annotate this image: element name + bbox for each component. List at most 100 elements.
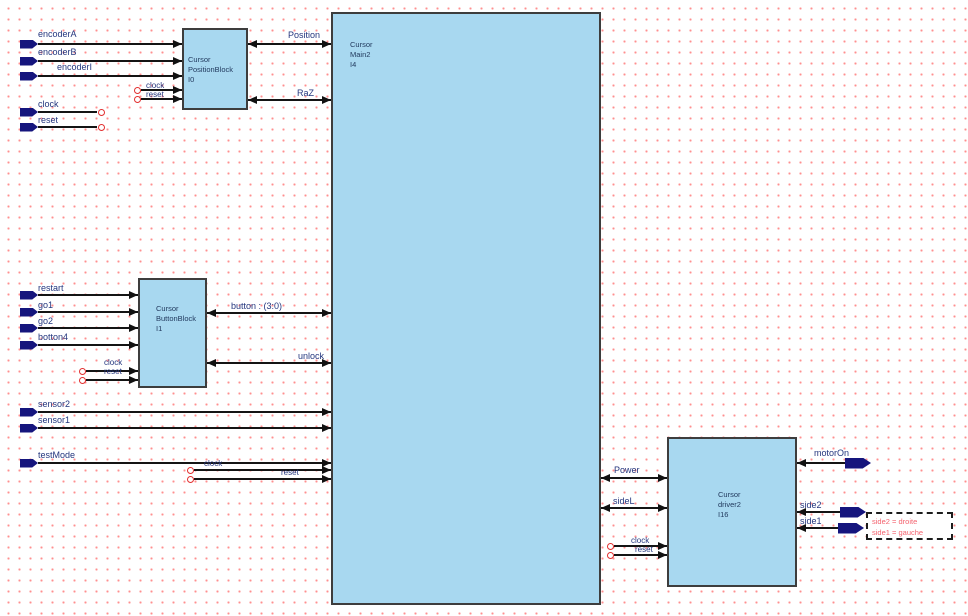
- signal-label-buttonblock-reset[interactable]: reset: [104, 367, 122, 376]
- arrowhead-positionblock-clock-right: [173, 86, 182, 94]
- wire-botton4[interactable]: [38, 344, 138, 346]
- signal-label-encoderI[interactable]: encoderI: [57, 63, 92, 72]
- arrowhead-go2-right: [129, 324, 138, 332]
- block-driver-block[interactable]: Cursordriver2I16: [667, 437, 797, 587]
- block-position-block[interactable]: CursorPositionBlockI0: [182, 28, 248, 110]
- block-title-line: Main2: [350, 50, 373, 60]
- signal-label-side2[interactable]: side2: [800, 501, 822, 510]
- block-title: CursorMain2I4: [350, 40, 373, 70]
- schematic-canvas: side2 = droite side1 = gauche CursorPosi…: [0, 0, 968, 616]
- signal-label-unlock[interactable]: unlock: [298, 352, 324, 361]
- wire-main-reset[interactable]: [194, 478, 331, 480]
- signal-label-driver-clock[interactable]: clock: [631, 536, 649, 545]
- input-port-sensor2[interactable]: [20, 408, 38, 417]
- arrowhead-raz-right: [322, 96, 331, 104]
- signal-label-raz[interactable]: RaZ: [297, 89, 314, 98]
- signal-label-motorOn[interactable]: motorOn: [814, 449, 849, 458]
- signal-label-buttonblock-clock[interactable]: clock: [104, 358, 122, 367]
- signal-label-botton4[interactable]: botton4: [38, 333, 68, 342]
- input-port-sensor1[interactable]: [20, 424, 38, 433]
- signal-label-encoderA[interactable]: encoderA: [38, 30, 77, 39]
- open-end-marker: [98, 109, 105, 116]
- wire-restart[interactable]: [38, 294, 138, 296]
- wire-position[interactable]: [248, 43, 331, 45]
- block-title-line: I16: [718, 510, 741, 520]
- arrowhead-raz-left: [248, 96, 257, 104]
- input-port-clock[interactable]: [20, 108, 38, 117]
- arrowhead-driver-clock-right: [658, 542, 667, 550]
- open-end-marker: [187, 476, 194, 483]
- open-end-marker: [187, 467, 194, 474]
- block-title-line: Cursor: [350, 40, 373, 50]
- wire-sensor1[interactable]: [38, 427, 331, 429]
- input-port-encoderI[interactable]: [20, 72, 38, 81]
- wire-unlock[interactable]: [207, 362, 331, 364]
- signal-label-button-bus[interactable]: button : (3:0): [231, 302, 282, 311]
- signal-label-positionblock-clock[interactable]: clock: [146, 81, 164, 90]
- open-end-marker: [79, 377, 86, 384]
- block-title-line: Cursor: [156, 304, 196, 314]
- signal-label-side1[interactable]: side1: [800, 517, 822, 526]
- signal-label-testMode[interactable]: testMode: [38, 451, 75, 460]
- signal-label-main-reset[interactable]: reset: [281, 468, 299, 477]
- input-port-go1[interactable]: [20, 308, 38, 317]
- wire-encoderI[interactable]: [38, 75, 182, 77]
- input-port-botton4[interactable]: [20, 341, 38, 350]
- arrowhead-sideL-left: [601, 504, 610, 512]
- arrowhead-buttonblock-clock-right: [129, 367, 138, 375]
- signal-label-reset-port[interactable]: reset: [38, 116, 58, 125]
- input-port-reset[interactable]: [20, 123, 38, 132]
- wire-go1[interactable]: [38, 311, 138, 313]
- wire-raz[interactable]: [248, 99, 331, 101]
- signal-label-encoderB[interactable]: encoderB: [38, 48, 77, 57]
- signal-label-sensor1[interactable]: sensor1: [38, 416, 70, 425]
- output-port-side2[interactable]: [840, 507, 866, 518]
- block-title: CursorPositionBlockI0: [188, 55, 233, 85]
- block-button-block[interactable]: CursorButtonBlockI1: [138, 278, 207, 388]
- block-main-block[interactable]: CursorMain2I4: [331, 12, 601, 605]
- wire-go2[interactable]: [38, 327, 138, 329]
- signal-label-go2[interactable]: go2: [38, 317, 53, 326]
- wire-main-clock[interactable]: [194, 469, 331, 471]
- arrowhead-driver-reset-right: [658, 551, 667, 559]
- open-end-marker: [79, 368, 86, 375]
- wire-reset-port[interactable]: [38, 126, 97, 128]
- signal-label-position[interactable]: Position: [288, 31, 320, 40]
- block-title-line: I0: [188, 75, 233, 85]
- signal-label-go1[interactable]: go1: [38, 301, 53, 310]
- wire-button-bus[interactable]: [207, 312, 331, 315]
- signal-label-restart[interactable]: restart: [38, 284, 64, 293]
- wire-clock-port[interactable]: [38, 111, 97, 113]
- input-port-testMode[interactable]: [20, 459, 38, 468]
- comment-line: side2 = droite: [872, 516, 947, 527]
- output-port-motorOn[interactable]: [845, 458, 871, 469]
- output-port-side1[interactable]: [838, 523, 864, 534]
- signal-label-sideL[interactable]: sideL: [613, 497, 635, 506]
- input-port-restart[interactable]: [20, 291, 38, 300]
- arrowhead-botton4-right: [129, 341, 138, 349]
- arrowhead-main-reset-right: [322, 475, 331, 483]
- block-title-line: PositionBlock: [188, 65, 233, 75]
- arrowhead-go1-right: [129, 308, 138, 316]
- signal-label-positionblock-reset[interactable]: reset: [146, 90, 164, 99]
- block-title: Cursordriver2I16: [718, 490, 741, 520]
- arrowhead-main-clock-right: [322, 466, 331, 474]
- signal-label-sensor2[interactable]: sensor2: [38, 400, 70, 409]
- signal-label-driver-reset[interactable]: reset: [635, 545, 653, 554]
- block-title: CursorButtonBlockI1: [156, 304, 196, 334]
- wire-encoderA[interactable]: [38, 43, 182, 45]
- block-title-line: ButtonBlock: [156, 314, 196, 324]
- signal-label-main-clock[interactable]: clock: [204, 459, 222, 468]
- input-port-encoderA[interactable]: [20, 40, 38, 49]
- block-title-line: Cursor: [718, 490, 741, 500]
- wire-sensor2[interactable]: [38, 411, 331, 413]
- input-port-encoderB[interactable]: [20, 57, 38, 66]
- arrowhead-motorOn-left: [797, 459, 806, 467]
- arrowhead-encoderI-right: [173, 72, 182, 80]
- signal-label-power[interactable]: Power: [614, 466, 640, 475]
- open-end-marker: [134, 96, 141, 103]
- wire-testMode[interactable]: [38, 462, 331, 464]
- signal-label-clock-port[interactable]: clock: [38, 100, 59, 109]
- input-port-go2[interactable]: [20, 324, 38, 333]
- comment-box[interactable]: side2 = droite side1 = gauche: [866, 512, 953, 540]
